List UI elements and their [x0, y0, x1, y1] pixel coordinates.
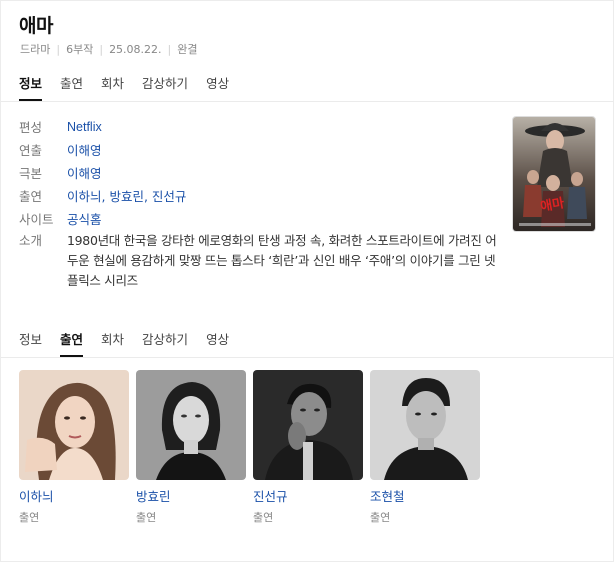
- cast-list: 이하늬 출연 방효린 출연 진선규 출연 조현철 출연: [19, 370, 487, 525]
- tab-bar-top: 정보 출연 회차 감상하기 영상: [19, 75, 247, 101]
- tab-video[interactable]: 영상: [206, 331, 229, 357]
- drama-meta: 드라마 | 6부작 | 25.08.22. | 완결: [20, 41, 198, 57]
- writer-link[interactable]: 이해영: [67, 163, 102, 182]
- intro-text: 1980년대 한국을 강타한 에로영화의 탄생 과정 속, 화려한 스포트라이트…: [67, 233, 497, 288]
- cast-portrait: [253, 370, 363, 480]
- cast-portrait: [370, 370, 480, 480]
- cast-member[interactable]: 진선규 출연: [253, 370, 363, 525]
- cast-photo[interactable]: [370, 370, 480, 480]
- cast-member[interactable]: 이하늬 출연: [19, 370, 129, 525]
- poster-art: 애마: [513, 117, 595, 231]
- info-label: 연출: [19, 143, 43, 158]
- cast-role: 출연: [370, 511, 391, 524]
- tab-bar-cast: 정보 출연 회차 감상하기 영상: [19, 331, 247, 357]
- cast-member[interactable]: 방효린 출연: [136, 370, 246, 525]
- tab-episodes[interactable]: 회차: [101, 331, 124, 357]
- divider: [1, 357, 614, 358]
- tab-info[interactable]: 정보: [19, 331, 42, 357]
- tab-info[interactable]: 정보: [19, 75, 43, 101]
- info-row-channel: 편성 Netflix: [19, 115, 499, 138]
- poster-image[interactable]: 애마: [512, 116, 596, 232]
- info-row-intro: 소개 1980년대 한국을 강타한 에로영화의 탄생 과정 속, 화려한 스포트…: [19, 231, 499, 291]
- tab-watch[interactable]: 감상하기: [142, 75, 188, 101]
- info-label: 사이트: [19, 212, 54, 227]
- cast-role: 출연: [19, 511, 40, 524]
- cast-portrait: [136, 370, 246, 480]
- cast-name[interactable]: 조현철: [370, 486, 480, 505]
- tab-watch[interactable]: 감상하기: [142, 331, 188, 357]
- drama-title: 애마: [19, 15, 53, 37]
- channel-link[interactable]: Netflix: [67, 120, 102, 134]
- info-row-cast: 출연 이하늬, 방효린, 진선규: [19, 184, 499, 207]
- meta-genre: 드라마: [20, 43, 51, 56]
- info-row-site: 사이트 공식홈: [19, 207, 499, 230]
- cast-photo[interactable]: [19, 370, 129, 480]
- info-label: 소개: [19, 233, 43, 248]
- info-row-director: 연출 이해영: [19, 138, 499, 161]
- meta-separator: |: [99, 42, 104, 56]
- meta-separator: |: [56, 42, 61, 56]
- info-label: 편성: [19, 120, 43, 135]
- cast-portrait: [19, 370, 129, 480]
- divider: [1, 101, 614, 102]
- meta-date: 25.08.22.: [109, 42, 162, 56]
- drama-info-card: 애마 드라마 | 6부작 | 25.08.22. | 완결 정보 출연 회차 감…: [0, 0, 614, 562]
- cast-photo[interactable]: [253, 370, 363, 480]
- cast-name[interactable]: 방효린: [136, 486, 246, 505]
- meta-separator: |: [167, 42, 172, 56]
- cast-name[interactable]: 이하늬: [19, 486, 129, 505]
- tab-episodes[interactable]: 회차: [101, 75, 124, 101]
- cast-links[interactable]: 이하늬, 방효린, 진선규: [67, 186, 186, 205]
- info-row-writer: 극본 이해영: [19, 161, 499, 184]
- cast-name[interactable]: 진선규: [253, 486, 363, 505]
- tab-cast[interactable]: 출연: [60, 331, 84, 357]
- meta-status: 완결: [177, 43, 198, 56]
- cast-member[interactable]: 조현철 출연: [370, 370, 480, 525]
- cast-role: 출연: [253, 511, 274, 524]
- info-section: 편성 Netflix 연출 이해영 극본 이해영 출연 이하늬, 방효린, 진선…: [19, 115, 499, 291]
- tab-video[interactable]: 영상: [206, 75, 229, 101]
- cast-photo[interactable]: [136, 370, 246, 480]
- cast-role: 출연: [136, 511, 157, 524]
- director-link[interactable]: 이해영: [67, 140, 102, 159]
- meta-episodes: 6부작: [66, 43, 94, 56]
- info-label: 출연: [19, 189, 43, 204]
- tab-cast[interactable]: 출연: [60, 75, 83, 101]
- official-site-link[interactable]: 공식홈: [67, 209, 102, 228]
- info-label: 극본: [19, 166, 43, 181]
